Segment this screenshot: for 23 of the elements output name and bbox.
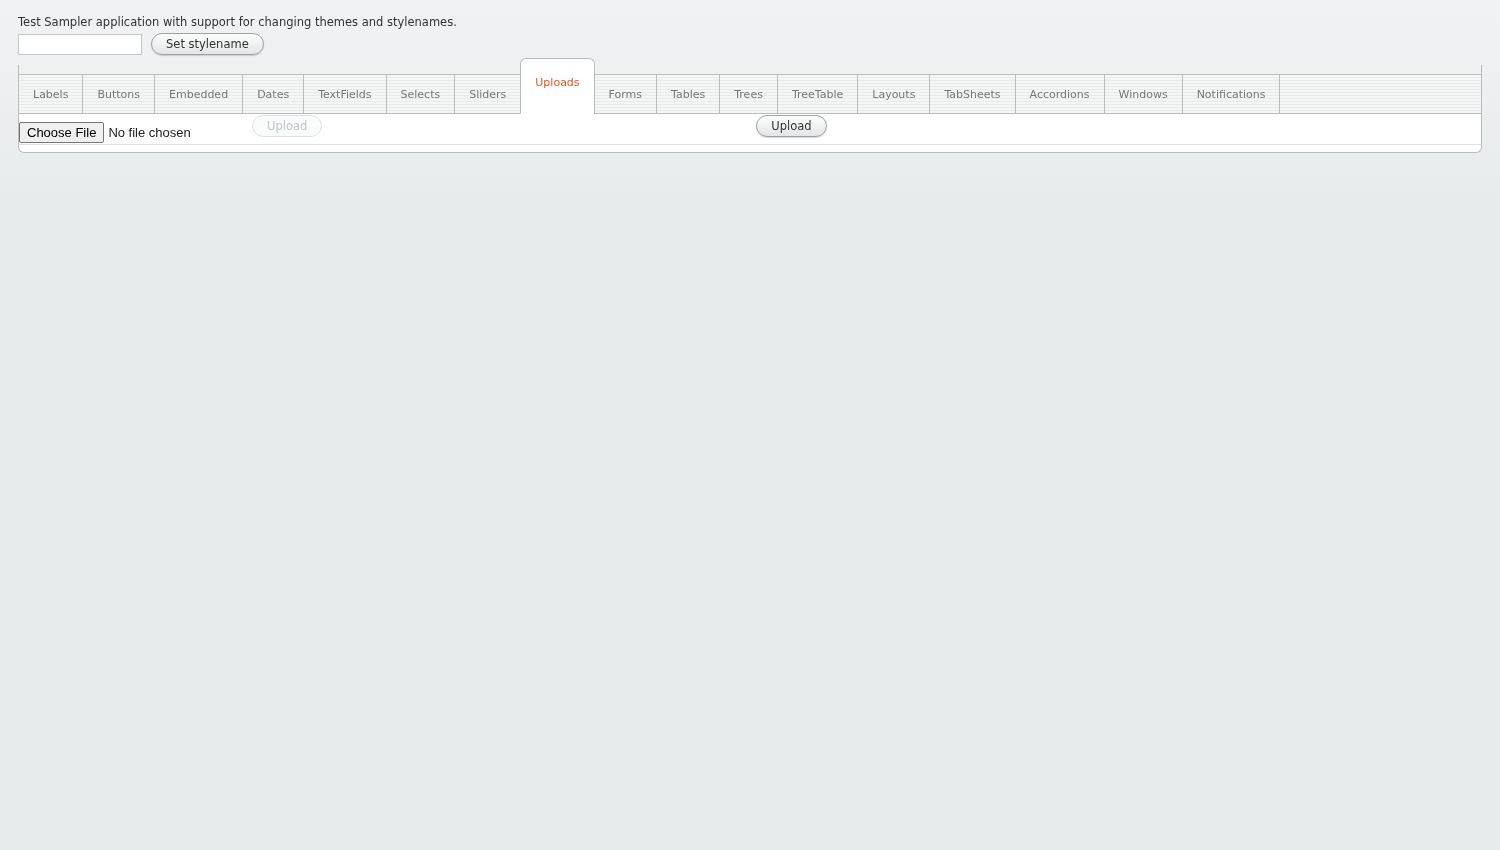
tab[interactable]: Layouts <box>857 74 931 113</box>
set-stylename-button[interactable]: Set stylename <box>151 33 264 55</box>
tab[interactable]: Selects <box>385 74 456 113</box>
tab[interactable]: Windows <box>1103 74 1183 113</box>
tab[interactable]: Trees <box>719 74 778 113</box>
tab[interactable]: Accordions <box>1014 74 1105 113</box>
tab[interactable]: TabSheets <box>929 74 1016 113</box>
tab[interactable]: TreeTable <box>776 74 859 113</box>
tab[interactable]: Notifications <box>1181 74 1281 113</box>
tab[interactable]: Embedded <box>154 74 244 113</box>
stylename-field[interactable] <box>18 33 142 55</box>
intro-text: Test Sampler application with support for changing themes and stylenames. <box>18 14 458 30</box>
tab[interactable]: Labels <box>18 74 84 113</box>
tab[interactable]: Dates <box>242 74 305 113</box>
file-status-text: No file chosen <box>108 125 191 140</box>
tab[interactable]: Sliders <box>454 74 522 113</box>
upload-button[interactable]: Upload <box>756 115 827 137</box>
tab[interactable]: TextFields <box>303 74 387 113</box>
tab[interactable]: Tables <box>656 74 721 113</box>
tab[interactable]: Uploads <box>520 58 595 114</box>
choose-file-button[interactable]: Choose File <box>19 122 105 143</box>
tab[interactable]: Buttons <box>82 74 155 113</box>
tab[interactable]: Forms <box>593 74 658 113</box>
